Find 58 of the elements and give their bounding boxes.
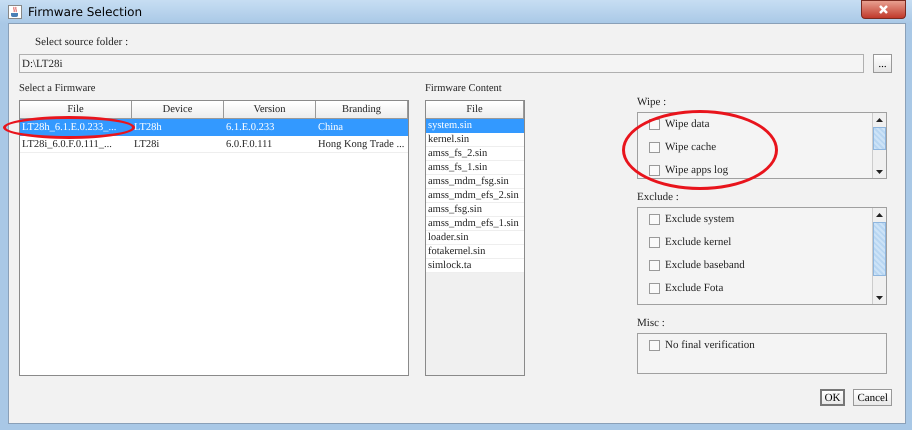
dialog-button[interactable]: OK [820,389,846,406]
checkbox[interactable] [649,214,660,224]
coffee-cup-icon [8,4,22,18]
down-arrow-icon[interactable] [876,296,883,300]
column-header[interactable]: File [20,101,132,119]
checkbox[interactable] [649,282,660,294]
up-arrow-icon[interactable] [876,212,883,216]
checkbox-label: Wipe cache [665,141,716,153]
table-cell-text: LT28i_6.0.F.0.111_... [21,138,112,150]
checkbox[interactable] [649,340,660,350]
section-label: Wipe : [637,96,668,108]
checkbox[interactable] [649,164,660,176]
up-arrow-icon[interactable] [876,118,883,122]
close-icon[interactable] [879,4,888,14]
window-title: Firmware Selection [28,4,144,18]
checkbox[interactable] [649,260,660,270]
column-header[interactable]: Device [132,101,224,119]
list-item[interactable]: amss_mdm_fsg.sin [426,175,524,189]
field-label: Select source folder : [34,36,130,49]
checkbox-label: Exclude kernel [665,236,732,248]
section-label: Exclude : [637,191,680,203]
table-cell-text: LT28h_6.1.E.0.233_... [21,122,116,132]
checkbox-label: Exclude system [665,213,734,225]
checkbox[interactable] [649,236,660,248]
column-header[interactable]: Branding [316,101,408,119]
section-label: Firmware Content [425,83,503,95]
list-item[interactable]: amss_mdm_efs_1.sin [426,217,524,231]
browse-button[interactable]: ... [873,54,892,73]
checkbox-label: Exclude Fota [665,282,724,294]
checkbox-label: Wipe data [665,118,710,130]
checkbox[interactable] [649,142,660,152]
close-button[interactable] [861,0,906,18]
table-cell-text: LT28i [133,138,160,150]
scrollbar[interactable] [872,208,886,304]
column-header[interactable]: Version [224,101,316,119]
table-cell-text: Hong Kong Trade ... [317,138,404,150]
section-label: Select a Firmware [19,83,96,95]
column-header[interactable]: File [426,101,524,119]
checkbox-label: Wipe apps log [665,164,728,176]
checkbox-label: No final verification [665,339,755,351]
table-cell-text: LT28h [133,122,162,132]
list-item[interactable]: amss_mdm_efs_2.sin [426,189,524,203]
list-item[interactable]: amss_fsg.sin [426,203,524,217]
list-item[interactable]: amss_fs_1.sin [426,161,524,175]
folder-field[interactable]: D:\LT28i [19,54,864,73]
list-item[interactable]: kernel.sin [426,133,524,147]
dialog-button[interactable]: Cancel [853,389,892,406]
checkbox-label: Exclude baseband [665,259,745,271]
section-label: Misc : [637,317,666,329]
list-item[interactable]: amss_fs_2.sin [426,147,524,161]
down-arrow-icon[interactable] [876,170,883,174]
scrollbar[interactable] [872,113,886,178]
table-cell-text: 6.1.E.0.233 [225,122,274,132]
table-cell-text: China [317,122,344,132]
table-row[interactable]: LT28i_6.0.F.0.111_... LT28i 6.0.F.0.111 Hong Kong Trade ... [20,136,408,153]
list-item[interactable]: loader.sin [426,231,524,245]
list-item[interactable]: fotakernel.sin [426,245,524,259]
table-cell-text: 6.0.F.0.111 [225,138,272,150]
